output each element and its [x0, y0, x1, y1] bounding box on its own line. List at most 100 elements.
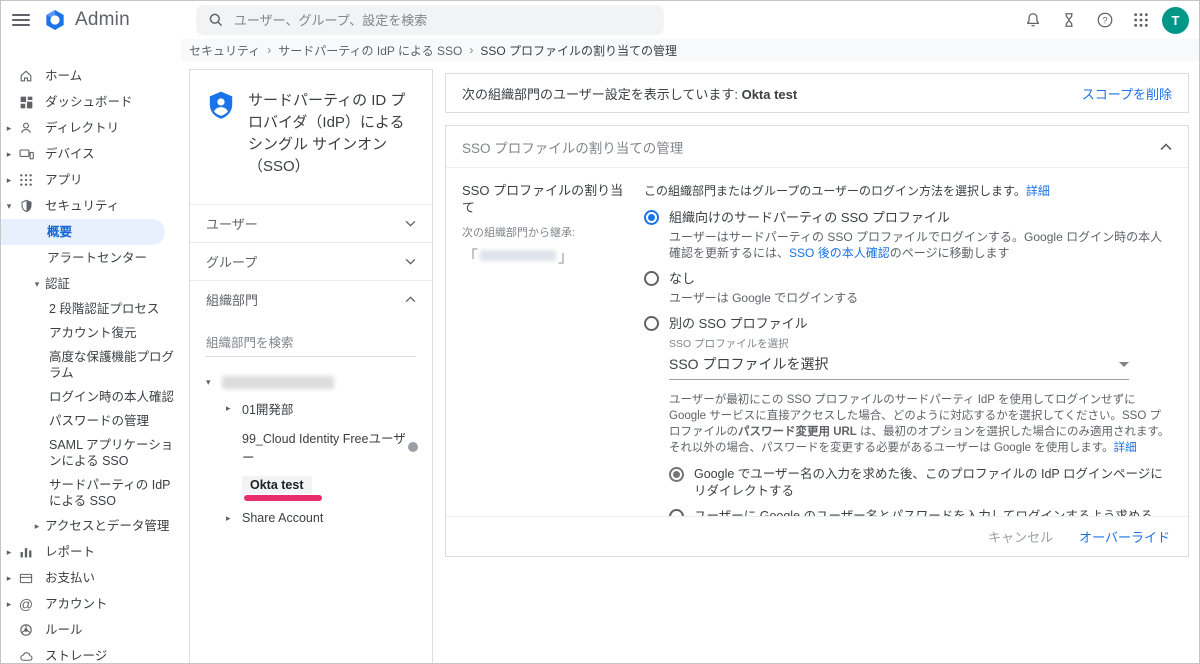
org-unit-tree: 01開発部 99_Cloud Identity Freeユーザー Okta te… — [190, 361, 432, 530]
post-sso-verification-link[interactable]: SSO 後の本人確認 — [789, 246, 890, 260]
cancel-button[interactable]: キャンセル — [988, 527, 1053, 546]
expand-arrow-icon[interactable] — [1, 120, 17, 136]
main-content: サードパーティの ID プロバイダ（IdP）による シングル サインオン（SSO… — [181, 61, 1199, 663]
sso-scope-panel: サードパーティの ID プロバイダ（IdP）による シングル サインオン（SSO… — [189, 69, 433, 663]
help-icon: ? — [1096, 11, 1114, 29]
sidebar-item-account-recovery[interactable]: アカウント復元 — [1, 321, 181, 345]
scope-text: 次の組織部門のユーザー設定を表示しています: Okta test — [462, 86, 798, 102]
sidebar-item-billing[interactable]: お支払い — [1, 565, 181, 591]
radio-selected-icon[interactable] — [644, 210, 659, 225]
sidebar-item-access-data-control[interactable]: アクセスとデータ管理 — [1, 513, 181, 539]
option-none-label[interactable]: なし — [669, 270, 858, 287]
at-sign-icon: @ — [18, 596, 34, 612]
main-menu-button[interactable] — [1, 1, 41, 39]
section-users[interactable]: ユーザー — [190, 204, 432, 242]
sso-profile-select[interactable]: SSO プロファイルを選択 SSO プロファイルを選択 — [669, 336, 1129, 380]
option-org-profile-label[interactable]: 組織向けのサードパーティの SSO プロファイル — [669, 209, 1169, 226]
notifications-button[interactable] — [1018, 5, 1048, 35]
global-search[interactable] — [195, 5, 664, 35]
sidebar-item-reports[interactable]: レポート — [1, 539, 181, 565]
collapse-arrow-icon[interactable] — [206, 377, 222, 388]
sidebar-item-directory[interactable]: ディレクトリ — [1, 115, 181, 141]
intro-learn-more-link[interactable]: 詳細 — [1026, 184, 1050, 198]
google-admin-logo[interactable]: Admin — [43, 8, 130, 32]
sidebar-item-account[interactable]: @ アカウント — [1, 591, 181, 617]
tree-row-root[interactable] — [206, 371, 418, 394]
sidebar-item-saml-sso[interactable]: SAML アプリケーションによる SSO — [1, 433, 181, 473]
org-unit-search-input[interactable] — [206, 332, 416, 357]
remove-scope-button[interactable]: スコープを削除 — [1082, 84, 1172, 103]
dropdown-arrow-icon — [1119, 361, 1129, 367]
sidebar-item-security[interactable]: セキュリティ — [1, 193, 181, 219]
bell-icon — [1024, 11, 1042, 29]
select-floating-label: SSO プロファイルを選択 — [669, 338, 789, 350]
expand-arrow-icon[interactable] — [226, 403, 242, 414]
sidebar-item-authentication[interactable]: 認証 — [1, 271, 181, 297]
radio-selected-gray-icon[interactable] — [669, 467, 684, 482]
pending-tasks-button[interactable] — [1054, 5, 1084, 35]
sidebar-item-devices[interactable]: デバイス — [1, 141, 181, 167]
sidebar-item-storage[interactable]: ストレージ — [1, 643, 181, 663]
section-groups[interactable]: グループ — [190, 242, 432, 280]
tree-row-share-account[interactable]: Share Account — [206, 506, 418, 530]
para-learn-more-link[interactable]: 詳細 — [1114, 442, 1137, 454]
expand-arrow-icon[interactable] — [1, 544, 17, 560]
expand-arrow-icon[interactable] — [1, 596, 17, 612]
apps-grid-button[interactable] — [1126, 5, 1156, 35]
org-unit-search — [190, 318, 432, 361]
sidebar-item-advanced-protection[interactable]: 高度な保護機能プログラム — [1, 345, 181, 385]
redacted-root-org-name — [222, 376, 334, 389]
radio-unselected-icon[interactable] — [669, 509, 684, 516]
collapse-arrow-icon[interactable] — [1, 198, 17, 214]
section-org-units[interactable]: 組織部門 — [190, 280, 432, 318]
annotation-highlight-bar — [244, 495, 322, 501]
account-avatar[interactable]: T — [1162, 6, 1189, 34]
radio-unselected-icon[interactable] — [644, 271, 659, 286]
payment-card-icon — [17, 570, 35, 586]
selected-org-unit[interactable]: Okta test — [242, 476, 312, 494]
sidebar-item-2sv[interactable]: 2 段階認証プロセス — [1, 297, 181, 321]
expand-arrow-icon[interactable] — [1, 570, 17, 586]
chevron-down-icon — [405, 220, 416, 227]
setting-title: SSO プロファイルの割り当て — [462, 183, 624, 215]
setting-label-column: SSO プロファイルの割り当て 次の組織部門から継承: 「 」 — [462, 182, 644, 516]
option-another-profile-label[interactable]: 別の SSO プロファイル — [669, 315, 808, 332]
radio-unselected-icon[interactable] — [644, 316, 659, 331]
collapse-arrow-icon[interactable] — [29, 276, 45, 292]
expand-arrow-icon[interactable] — [1, 172, 17, 188]
expand-arrow-icon[interactable] — [226, 513, 242, 524]
fallback-explanation-text: ユーザーが最初にこの SSO プロファイルのサードパーティ IdP を使用してロ… — [669, 394, 1170, 454]
override-button[interactable]: オーバーライド — [1079, 527, 1170, 546]
card-section-header[interactable]: SSO プロファイルの割り当ての管理 — [446, 126, 1188, 168]
sidebar-item-alert-center[interactable]: アラートセンター — [1, 245, 181, 271]
sidebar-item-dashboard[interactable]: ダッシュボード — [1, 89, 181, 115]
sidebar-item-third-party-idp-sso[interactable]: サードパーティの IdP による SSO — [1, 473, 181, 513]
tree-row-dev[interactable]: 01開発部 — [206, 394, 418, 423]
card-footer: キャンセル オーバーライド — [446, 516, 1188, 556]
status-dot-icon — [408, 442, 418, 452]
inherited-from-label: 次の組織部門から継承: — [462, 227, 576, 239]
breadcrumb-separator — [462, 43, 480, 57]
search-input[interactable] — [233, 12, 652, 28]
sub-option-google-password-label[interactable]: ユーザーに Google のユーザー名とパスワードを入力してログインするよう求め… — [694, 508, 1153, 516]
home-icon — [17, 68, 35, 84]
sidebar-item-security-overview[interactable]: 概要 — [1, 219, 165, 245]
expand-arrow-icon[interactable] — [1, 146, 17, 162]
sidebar-item-home[interactable]: ホーム — [1, 63, 181, 89]
tree-row-okta-test[interactable]: Okta test — [206, 471, 418, 506]
inherited-org-name: 「 」 — [462, 249, 575, 266]
breadcrumb-security[interactable]: セキュリティ — [189, 42, 260, 59]
setting-options-column: この組織部門またはグループのユーザーのログイン方法を選択します。詳細 組織向けの… — [644, 182, 1172, 516]
sidebar-item-rules[interactable]: ルール — [1, 617, 181, 643]
sidebar-item-password-management[interactable]: パスワードの管理 — [1, 409, 181, 433]
tree-row-cloud-identity[interactable]: 99_Cloud Identity Freeユーザー — [206, 423, 418, 471]
hourglass-icon — [1060, 11, 1078, 29]
help-button[interactable]: ? — [1090, 5, 1120, 35]
sidebar-item-login-challenges[interactable]: ログイン時の本人確認 — [1, 385, 181, 409]
panel-title: サードパーティの ID プロバイダ（IdP）による シングル サインオン（SSO… — [248, 92, 406, 175]
sidebar-item-apps[interactable]: アプリ — [1, 167, 181, 193]
sub-option-redirect-idp-label[interactable]: Google でユーザー名の入力を求めた後、このプロファイルの IdP ログイン… — [694, 466, 1172, 500]
expand-arrow-icon[interactable] — [29, 518, 45, 534]
breadcrumb-third-party-sso[interactable]: サードパーティの IdP による SSO — [278, 42, 462, 59]
cloud-icon — [17, 648, 35, 663]
